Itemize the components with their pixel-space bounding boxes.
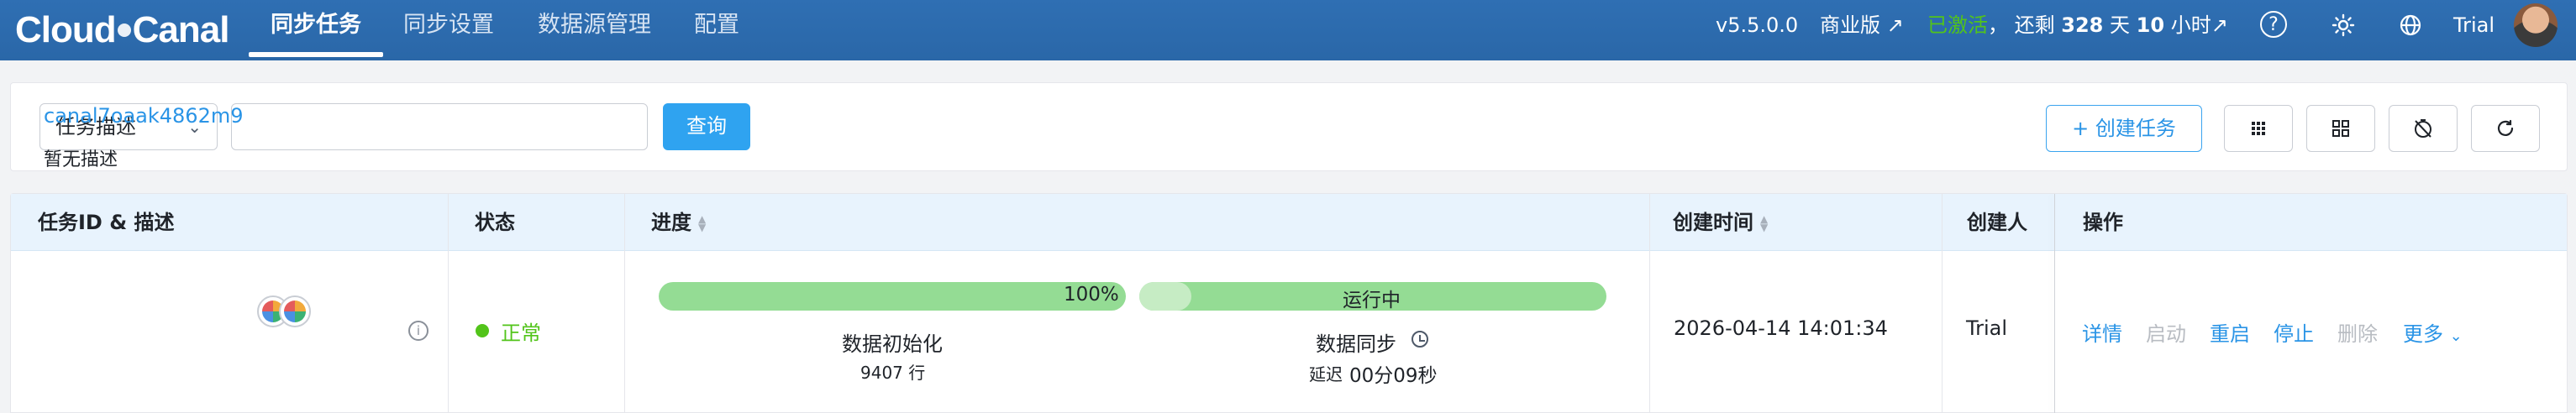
timer-off-icon <box>2415 119 2431 138</box>
delay-value: 00分09秒 <box>1349 365 1438 387</box>
stop-link[interactable]: 停止 <box>2274 317 2314 347</box>
task-description: 暂无描述 <box>44 149 118 170</box>
column-header-actions: 操作 <box>2083 211 2123 234</box>
info-icon[interactable]: i <box>408 321 428 341</box>
column-header-progress-label: 进度 <box>651 211 691 234</box>
hours-unit-link[interactable]: 小时↗ <box>2171 13 2228 37</box>
status-text: 正常 <box>501 322 541 345</box>
more-label: 更多 <box>2403 322 2443 346</box>
init-progress-bar <box>659 282 1126 311</box>
refresh-button[interactable] <box>2471 105 2540 152</box>
column-divider <box>624 194 625 413</box>
version-label: v5.5.0.0 <box>1716 13 1799 37</box>
sort-icon[interactable]: ▲ ▼ <box>698 214 706 233</box>
datasource-icons <box>257 295 316 329</box>
separator-text: ， <box>1988 13 2008 37</box>
column-header-task: 任务ID & 描述 <box>38 211 175 234</box>
column-divider <box>1942 194 1943 413</box>
days-unit: 天 <box>2110 13 2131 37</box>
details-link[interactable]: 详情 <box>2082 317 2122 347</box>
creator-name: Trial <box>1966 316 2008 340</box>
sync-stage-label: 数据同步 <box>1316 332 1396 356</box>
timer-off-button[interactable] <box>2389 105 2458 152</box>
sort-icon[interactable]: ▲ ▼ <box>1760 214 1768 233</box>
sun-icon[interactable] <box>2329 11 2358 39</box>
created-time: 2026-04-14 14:01:34 <box>1674 316 1888 340</box>
refresh-icon <box>2497 119 2514 136</box>
logo-mark-icon <box>117 24 131 37</box>
globe-icon[interactable] <box>2396 11 2425 39</box>
nav-item-sync-settings[interactable]: 同步设置 <box>403 0 494 60</box>
nav-item-datasource-management[interactable]: 数据源管理 <box>538 0 651 60</box>
sync-progress-animation <box>1139 282 1191 311</box>
layout-icon <box>2332 120 2349 137</box>
task-id-link[interactable]: canal7oaak4862m9 <box>44 104 243 128</box>
edition-link[interactable]: 商业版 ↗ <box>1820 0 1904 50</box>
column-divider <box>448 194 449 413</box>
search-input[interactable] <box>231 103 648 150</box>
help-circle-icon[interactable]: ? <box>2260 11 2287 38</box>
clock-icon[interactable] <box>1412 331 1428 348</box>
target-db-icon <box>279 295 311 327</box>
column-header-created-time[interactable]: 创建时间 ▲ ▼ <box>1673 194 1768 251</box>
fixed-column-divider <box>2054 194 2055 413</box>
top-navigation-bar: Cloud Canal 同步任务 同步设置 数据源管理 配置 v5.5.0.0 商… <box>0 0 2576 60</box>
column-header-created-time-label: 创建时间 <box>1673 211 1753 234</box>
chevron-down-icon: ⌄ <box>2449 327 2463 345</box>
sync-status-label: 运行中 <box>1343 290 1401 311</box>
filter-panel: 任务描述 ⌄ 查询 + 创建任务 <box>10 82 2568 171</box>
status-dot <box>476 324 489 337</box>
user-avatar[interactable] <box>2514 3 2558 47</box>
table-header: 任务ID & 描述 状态 进度 ▲ ▼ 创建时间 ▲ ▼ 创建人 操作 <box>11 194 2567 251</box>
delete-link[interactable]: 删除 <box>2337 317 2378 347</box>
create-task-button[interactable]: + 创建任务 <box>2046 105 2202 152</box>
column-header-progress[interactable]: 进度 ▲ ▼ <box>651 194 706 251</box>
init-progress-percent: 100% <box>1064 284 1119 306</box>
license-status: 已激活， 还剩 328 天 10 小时↗ <box>1927 0 2228 50</box>
start-link[interactable]: 启动 <box>2146 317 2186 347</box>
nav-active-indicator <box>249 52 383 57</box>
column-header-status: 状态 <box>475 211 515 234</box>
column-header-creator: 创建人 <box>1967 211 2027 234</box>
remaining-hours: 10 <box>2136 13 2165 37</box>
column-divider <box>1649 194 1650 413</box>
delay-label: 延迟 <box>1309 364 1343 384</box>
nav-item-config[interactable]: 配置 <box>694 0 739 60</box>
more-dropdown[interactable]: 更多 ⌄ <box>2403 317 2463 347</box>
init-stage-label: 数据初始化 <box>842 332 943 356</box>
query-button[interactable]: 查询 <box>663 103 750 150</box>
restart-link[interactable]: 重启 <box>2210 317 2250 347</box>
activated-label: 已激活 <box>1927 13 1988 37</box>
app-logo[interactable]: Cloud Canal <box>15 7 229 54</box>
grid-icon <box>2252 122 2265 135</box>
grid-view-button[interactable] <box>2224 105 2293 152</box>
remaining-days: 328 <box>2061 13 2104 37</box>
layout-button[interactable] <box>2306 105 2375 152</box>
user-name[interactable]: Trial <box>2453 0 2495 50</box>
init-rows-count: 9407 行 <box>860 363 926 383</box>
remaining-prefix: 还剩 <box>2014 13 2055 37</box>
